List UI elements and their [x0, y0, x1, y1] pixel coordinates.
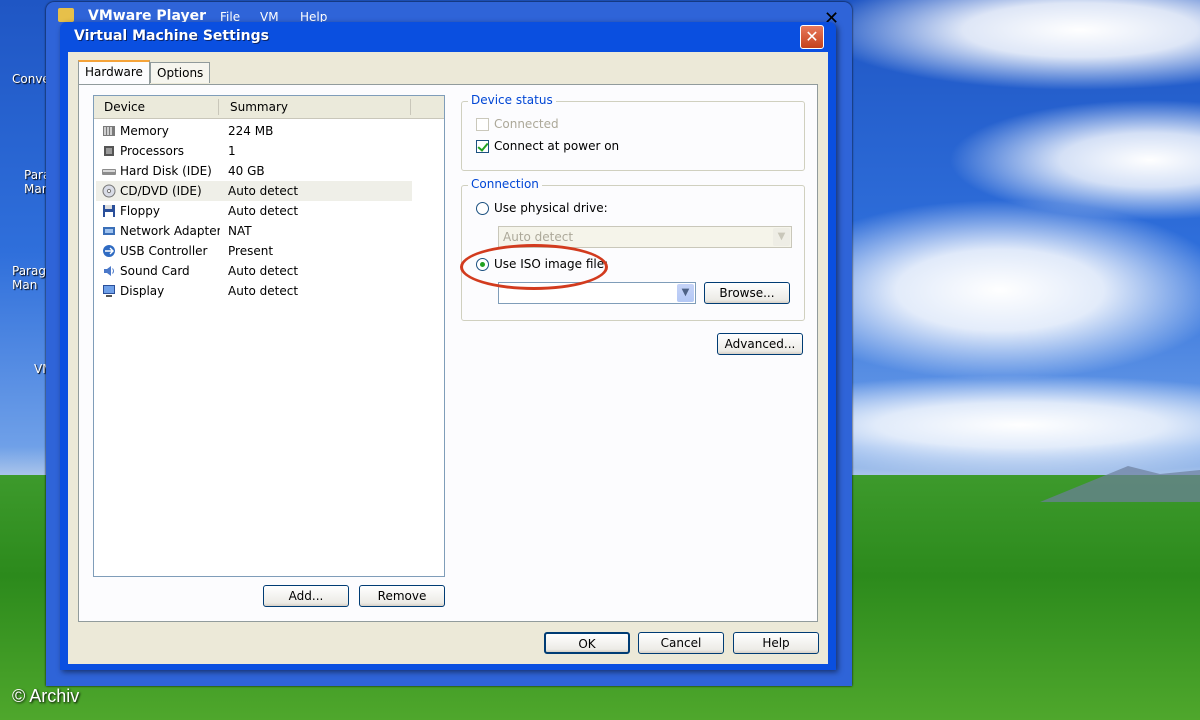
- device-name: Hard Disk (IDE): [120, 164, 212, 178]
- device-list-header: Device Summary: [94, 96, 444, 119]
- chevron-down-icon: ▼: [773, 228, 790, 246]
- network-adapter-icon: [103, 227, 115, 235]
- device-row-hard-disk[interactable]: Hard Disk (IDE) 40 GB: [96, 161, 412, 181]
- connect-at-power-on-checkbox[interactable]: [476, 140, 489, 153]
- device-name: Memory: [120, 124, 169, 138]
- device-name: USB Controller: [120, 244, 208, 258]
- device-row-memory[interactable]: Memory 224 MB: [96, 121, 412, 141]
- column-separator[interactable]: [410, 99, 411, 115]
- remove-button[interactable]: Remove: [359, 585, 445, 607]
- device-summary: 40 GB: [228, 164, 265, 178]
- hardware-tab-panel: Device Summary Memory 224 MB Processors …: [78, 84, 818, 622]
- connected-label: Connected: [494, 117, 559, 131]
- tab-hardware[interactable]: Hardware: [78, 60, 150, 84]
- annotation-highlight-ring: [460, 244, 608, 290]
- chevron-down-icon: ▼: [677, 284, 694, 302]
- physical-drive-value: Auto detect: [503, 230, 574, 244]
- use-physical-drive-radio[interactable]: [476, 202, 489, 215]
- desktop-icon-label-3[interactable]: Parag Man: [12, 264, 46, 292]
- processor-icon: [104, 146, 114, 156]
- device-name: Processors: [120, 144, 185, 158]
- device-summary: 224 MB: [228, 124, 274, 138]
- device-name: Network Adapter: [120, 224, 220, 238]
- device-summary: Present: [228, 244, 274, 258]
- device-name: Display: [120, 284, 165, 298]
- device-list[interactable]: Device Summary Memory 224 MB Processors …: [93, 95, 445, 577]
- ok-button[interactable]: OK: [544, 632, 630, 654]
- dialog-body: Hardware Options Device Summary Memory 2…: [68, 52, 828, 664]
- device-summary: NAT: [228, 224, 252, 238]
- device-summary: Auto detect: [228, 264, 299, 278]
- tab-options[interactable]: Options: [150, 62, 211, 83]
- device-name: Floppy: [120, 204, 160, 218]
- hard-disk-icon: [102, 169, 116, 175]
- add-button[interactable]: Add...: [263, 585, 349, 607]
- device-summary: Auto detect: [228, 204, 299, 218]
- device-name: Sound Card: [120, 264, 190, 278]
- device-status-label: Device status: [468, 93, 556, 107]
- floppy-icon: [103, 205, 115, 217]
- device-summary: Auto detect: [228, 284, 299, 298]
- device-row-floppy[interactable]: Floppy Auto detect: [96, 201, 412, 221]
- device-row-network-adapter[interactable]: Network Adapter NAT: [96, 221, 412, 241]
- connected-checkbox[interactable]: [476, 118, 489, 131]
- device-row-usb-controller[interactable]: USB Controller Present: [96, 241, 412, 261]
- device-name: CD/DVD (IDE): [120, 184, 202, 198]
- column-separator[interactable]: [218, 99, 219, 115]
- column-header-device[interactable]: Device: [94, 96, 145, 118]
- device-row-display[interactable]: Display Auto detect: [96, 281, 412, 301]
- device-summary: 1: [228, 144, 236, 158]
- device-summary: Auto detect: [228, 184, 299, 198]
- sound-card-icon: [104, 266, 114, 276]
- connection-label: Connection: [468, 177, 542, 191]
- device-row-sound-card[interactable]: Sound Card Auto detect: [96, 261, 412, 281]
- vmware-player-icon: [58, 8, 74, 22]
- usb-icon: [103, 245, 115, 257]
- browse-button[interactable]: Browse...: [704, 282, 790, 304]
- virtual-machine-settings-dialog: Virtual Machine Settings ✕ Hardware Opti…: [60, 22, 836, 670]
- dialog-title: Virtual Machine Settings: [74, 28, 269, 44]
- device-status-group: Device status Connected Connect at power…: [461, 93, 805, 171]
- desktop-icon-label-1[interactable]: Conve: [12, 72, 50, 86]
- memory-icon: [103, 126, 115, 136]
- use-physical-drive-label: Use physical drive:: [494, 201, 608, 215]
- column-header-summary[interactable]: Summary: [220, 96, 288, 118]
- help-button[interactable]: Help: [733, 632, 819, 654]
- cd-dvd-icon: [102, 184, 116, 198]
- connect-at-power-on-label: Connect at power on: [494, 139, 620, 153]
- cancel-button[interactable]: Cancel: [638, 632, 724, 654]
- device-row-processors[interactable]: Processors 1: [96, 141, 412, 161]
- advanced-button[interactable]: Advanced...: [717, 333, 803, 355]
- copyright-caption: © Archiv: [12, 686, 80, 706]
- display-icon: [103, 285, 115, 297]
- device-row-cd-dvd[interactable]: CD/DVD (IDE) Auto detect: [96, 181, 412, 201]
- dialog-close-button[interactable]: ✕: [800, 25, 824, 49]
- close-icon: ✕: [805, 27, 819, 46]
